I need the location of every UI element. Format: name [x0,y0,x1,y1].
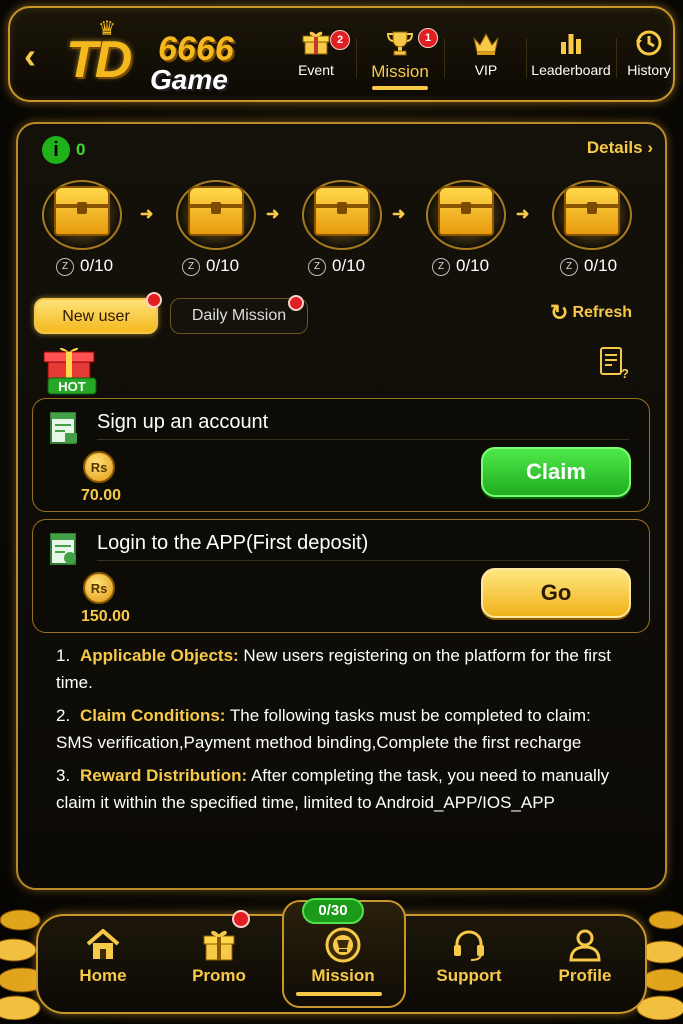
rule-item: 3. Reward Distribution: After completing … [56,766,610,812]
go-button[interactable]: Go [481,568,631,618]
chest-2-count: Z 0/10 [182,256,239,276]
mission-badge-icon [325,927,361,963]
nav-home[interactable]: Home [48,916,158,1012]
details-link[interactable]: Details › [587,138,653,158]
active-nav-indicator [296,992,382,996]
headset-icon [454,930,484,961]
coin-icon: Z [56,258,74,276]
tab-history-label: History [627,62,671,78]
task-title: Login to the APP(First deposit) [97,532,369,554]
task-card: Login to the APP(First deposit) Rs 150.0… [32,519,650,633]
info-icon[interactable]: i [42,136,70,164]
promo-dot [232,910,250,928]
tab-new-user[interactable]: New user [34,298,158,334]
nav-promo[interactable]: Promo [164,916,274,1012]
task-title: Sign up an account [97,411,269,433]
svg-text:HOT: HOT [58,379,86,394]
nav-support[interactable]: Support [414,916,524,1012]
treasure-chest-icon [54,186,110,236]
task-reward-amount: 150.00 [81,608,130,625]
info-count: 0 [76,140,86,159]
task-card: Sign up an account Rs 70.00 Claim [32,398,650,512]
tab-vip[interactable]: VIP [448,16,524,96]
nav-mission[interactable]: Mission [288,916,398,1012]
refresh-button[interactable]: ↻ Refresh [550,300,632,326]
coin-icon: Z [432,258,450,276]
nav-profile[interactable]: Profile [530,916,640,1012]
rules-list: 1. Applicable Objects: New users register… [56,642,616,822]
chest-progress-row: ➜ Z 0/10 ➜ Z 0/10 ➜ Z 0/10 ➜ Z 0/10 Z 0/10 [40,176,650,286]
hot-gift-icon: HOT [43,347,97,395]
trophy-icon [386,31,414,56]
header-tabs: Event 2 Mission 1 VIP Leaderboard Histor… [278,16,678,96]
task-doc-icon [50,412,77,444]
svg-text:?: ? [621,366,628,380]
chest-3[interactable] [300,176,382,250]
gift-icon [302,31,330,55]
mission-progress-pill: 0/30 [302,898,364,924]
tab-leaderboard[interactable]: Leaderboard [528,16,614,96]
logo-main: TD [66,31,132,89]
logo-sub: Game [150,64,228,95]
rupee-coin-icon: Rs [83,451,115,483]
tab-mission-label: Mission [371,62,429,81]
bottom-nav: Home Promo Mission Support Profile [36,900,647,1014]
event-badge: 2 [330,30,350,50]
rule-item: 2. Claim Conditions: The following tasks … [56,706,591,752]
chest-2[interactable] [174,176,256,250]
logo: ♛ TD 6666 Game [62,16,272,96]
arrow-right-icon: ➜ [516,206,530,223]
active-tab-indicator [372,86,428,90]
rule-item: 1. Applicable Objects: New users register… [56,646,611,692]
top-bar: ‹ ♛ TD 6666 Game Event 2 Mission 1 VIP L… [8,6,675,102]
crown-icon [473,32,499,55]
chest-5-count: Z 0/10 [560,256,617,276]
rules-doc-icon[interactable]: ? [598,346,628,380]
tab-event[interactable]: Event 2 [278,16,354,96]
refresh-icon: ↻ [550,300,569,325]
mission-badge: 1 [418,28,438,48]
arrow-right-icon: ➜ [266,206,280,223]
chest-3-count: Z 0/10 [308,256,365,276]
tab-leaderboard-label: Leaderboard [531,62,611,78]
back-button[interactable]: ‹ [24,38,50,74]
home-icon [86,929,120,959]
task-reward-amount: 70.00 [81,487,122,504]
task-doc-icon [50,533,76,565]
coin-icon: Z [560,258,578,276]
chest-5[interactable] [550,176,632,250]
chest-4-count: Z 0/10 [432,256,489,276]
chest-1[interactable] [40,176,122,250]
claim-button[interactable]: Claim [481,447,631,497]
tab-history[interactable]: History [618,16,680,96]
treasure-chest-icon [314,186,370,236]
daily-mission-dot [288,295,304,311]
arrow-right-icon: ➜ [392,206,406,223]
coin-icon: Z [308,258,326,276]
rupee-coin-icon: Rs [83,572,115,604]
gift-icon [203,930,235,961]
tab-mission[interactable]: Mission 1 [360,16,440,96]
chest-1-count: Z 0/10 [56,256,113,276]
treasure-chest-icon [438,186,494,236]
chest-4[interactable] [424,176,506,250]
treasure-chest-icon [564,186,620,236]
bar-chart-icon [561,34,581,54]
treasure-chest-icon [188,186,244,236]
tab-vip-label: VIP [474,62,498,78]
tab-event-label: Event [298,62,334,78]
user-icon [569,929,601,962]
history-icon [636,30,662,56]
arrow-right-icon: ➜ [140,206,154,223]
coin-icon: Z [182,258,200,276]
new-user-dot [146,292,162,308]
